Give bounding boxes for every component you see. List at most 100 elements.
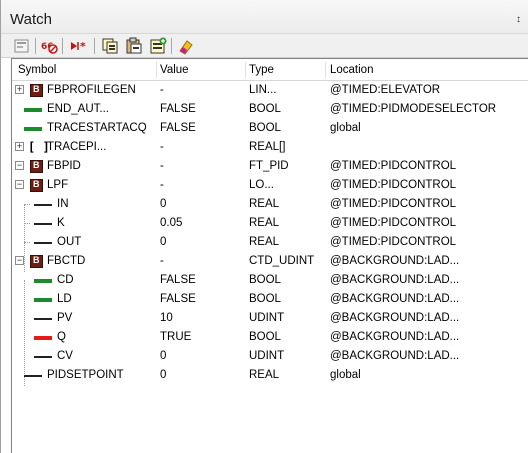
run-to-icon[interactable]: *	[69, 37, 87, 55]
table-row[interactable]: END_AUT... FALSE BOOL @TIMED:PIDMODESELE…	[12, 100, 528, 119]
remove-watch-icon[interactable]: 66	[40, 37, 58, 55]
toolbar: 66 *	[1, 34, 528, 58]
type-cell: REAL	[249, 198, 280, 210]
collapse-icon[interactable]: −	[15, 180, 24, 189]
real-variable-icon	[34, 242, 52, 244]
table-row[interactable]: − LPF - LO... @TIMED:PIDCONTROL	[12, 176, 528, 195]
clear-icon[interactable]	[177, 37, 195, 55]
symbol-cell: FBCTD	[47, 255, 86, 267]
bool-false-icon	[34, 298, 52, 302]
location-cell: @BACKGROUND:LAD...	[330, 255, 460, 267]
expand-icon[interactable]: +	[15, 142, 24, 151]
symbol-cell: FBPROFILEGEN	[47, 84, 136, 96]
real-variable-icon	[34, 223, 52, 225]
value-cell[interactable]: 10	[160, 312, 173, 324]
function-block-icon	[30, 255, 43, 268]
window-title: Watch	[10, 11, 52, 28]
type-cell: FT_PID	[249, 160, 289, 172]
column-header-location[interactable]: Location	[330, 64, 373, 76]
table-row[interactable]: − FBPID - FT_PID @TIMED:PIDCONTROL	[12, 157, 528, 176]
location-cell: @BACKGROUND:LAD...	[330, 312, 460, 324]
svg-text:*: *	[80, 40, 86, 53]
pin-icon[interactable]: ↕	[516, 14, 521, 25]
symbol-cell: PIDSETPOINT	[47, 369, 124, 381]
column-header-symbol[interactable]: Symbol	[18, 64, 56, 76]
real-variable-icon	[34, 204, 52, 206]
symbol-cell: Q	[57, 331, 66, 343]
column-header-type[interactable]: Type	[249, 64, 274, 76]
symbol-cell: K	[57, 217, 65, 229]
table-row[interactable]: − FBCTD - CTD_UDINT @BACKGROUND:LAD...	[12, 252, 528, 271]
type-cell: BOOL	[249, 293, 281, 305]
copy-icon[interactable]	[101, 37, 119, 55]
watch-table[interactable]: Symbol Value Type Location + FBPROFILEGE…	[11, 58, 528, 453]
function-block-icon	[30, 179, 43, 192]
symbol-cell: CD	[57, 274, 74, 286]
column-divider[interactable]	[325, 62, 326, 78]
table-row[interactable]: Q TRUE BOOL @BACKGROUND:LAD...	[12, 328, 528, 347]
table-row[interactable]: PIDSETPOINT 0 REAL global	[12, 366, 528, 385]
table-row[interactable]: TRACESTARTACQ FALSE BOOL global	[12, 119, 528, 138]
properties-icon[interactable]	[13, 37, 31, 55]
symbol-cell: CV	[57, 350, 73, 362]
type-cell: BOOL	[249, 122, 281, 134]
integer-variable-icon	[34, 318, 52, 320]
table-header: Symbol Value Type Location	[12, 59, 528, 81]
value-cell[interactable]: -	[160, 255, 164, 267]
table-row[interactable]: IN 0 REAL @TIMED:PIDCONTROL	[12, 195, 528, 214]
value-cell[interactable]: -	[160, 160, 164, 172]
value-cell[interactable]: 0.05	[160, 217, 182, 229]
type-cell: UDINT	[249, 312, 285, 324]
column-divider[interactable]	[156, 62, 157, 78]
table-row[interactable]: OUT 0 REAL @TIMED:PIDCONTROL	[12, 233, 528, 252]
table-row[interactable]: + [ ] TRACEPI... - REAL[]	[12, 138, 528, 157]
type-cell: LO...	[249, 179, 274, 191]
location-cell: @TIMED:PIDCONTROL	[330, 217, 457, 229]
toolbar-separator	[94, 38, 95, 54]
value-cell[interactable]: 0	[160, 369, 166, 381]
table-row[interactable]: K 0.05 REAL @TIMED:PIDCONTROL	[12, 214, 528, 233]
add-icon[interactable]	[149, 37, 167, 55]
expand-icon[interactable]: +	[15, 85, 24, 94]
toolbar-separator	[171, 38, 172, 54]
table-row[interactable]: CV 0 UDINT @BACKGROUND:LAD...	[12, 347, 528, 366]
value-cell[interactable]: -	[160, 141, 164, 153]
table-row[interactable]: LD FALSE BOOL @BACKGROUND:LAD...	[12, 290, 528, 309]
bool-true-icon	[34, 336, 52, 340]
table-row[interactable]: CD FALSE BOOL @BACKGROUND:LAD...	[12, 271, 528, 290]
symbol-cell: END_AUT...	[47, 103, 109, 115]
symbol-cell: OUT	[57, 236, 82, 248]
location-cell: global	[330, 369, 361, 381]
symbol-cell: TRACEPI...	[47, 141, 107, 153]
bool-false-icon	[24, 127, 42, 131]
column-header-value[interactable]: Value	[160, 64, 189, 76]
collapse-icon[interactable]: −	[15, 256, 24, 265]
value-cell[interactable]: 0	[160, 198, 166, 210]
symbol-cell: IN	[57, 198, 69, 210]
value-cell[interactable]: 0	[160, 350, 166, 362]
value-cell[interactable]: -	[160, 179, 164, 191]
expand-icon[interactable]: −	[15, 161, 24, 170]
value-cell[interactable]: -	[160, 84, 164, 96]
table-row[interactable]: PV 10 UDINT @BACKGROUND:LAD...	[12, 309, 528, 328]
location-cell: @TIMED:ELEVATOR	[330, 84, 441, 96]
location-cell: @TIMED:PIDCONTROL	[330, 198, 457, 210]
value-cell[interactable]: TRUE	[160, 331, 191, 343]
title-bar: Watch ↕	[1, 0, 528, 34]
location-cell: @BACKGROUND:LAD...	[330, 293, 460, 305]
type-cell: CTD_UDINT	[249, 255, 315, 267]
table-row[interactable]: + FBPROFILEGEN - LIN... @TIMED:ELEVATOR	[12, 81, 528, 100]
integer-variable-icon	[34, 356, 52, 358]
value-cell[interactable]: FALSE	[160, 274, 196, 286]
watch-window: Watch ↕ 66 * Symbol Value Type Location …	[0, 0, 528, 453]
paste-icon[interactable]	[125, 37, 143, 55]
value-cell[interactable]: FALSE	[160, 293, 196, 305]
symbol-cell: TRACESTARTACQ	[47, 122, 147, 134]
value-cell[interactable]: FALSE	[160, 122, 196, 134]
value-cell[interactable]: 0	[160, 236, 166, 248]
toolbar-separator	[35, 38, 36, 54]
column-divider[interactable]	[245, 62, 246, 78]
location-cell: @TIMED:PIDMODESELECTOR	[330, 103, 497, 115]
symbol-cell: LD	[57, 293, 72, 305]
value-cell[interactable]: FALSE	[160, 103, 196, 115]
